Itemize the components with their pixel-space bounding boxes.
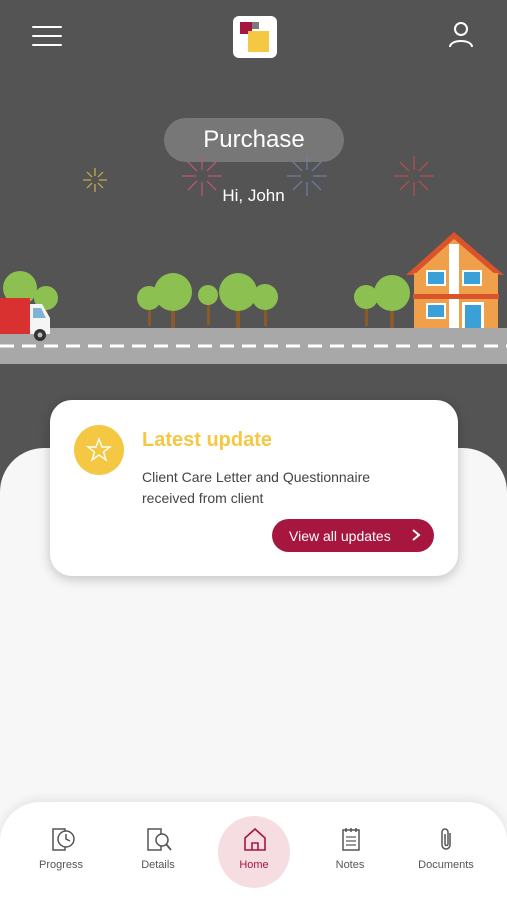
nav-label-notes: Notes <box>335 859 365 871</box>
notes-icon <box>342 828 360 851</box>
home-icon <box>244 827 266 851</box>
chevron-right-icon <box>412 529 421 541</box>
firework-yellow <box>83 168 107 192</box>
update-message: Client Care Letter and Questionnaire rec… <box>142 469 371 506</box>
hamburger-menu-icon[interactable] <box>32 26 62 48</box>
nav-item-notes[interactable]: Notes <box>302 802 398 900</box>
view-all-updates-label: View all updates <box>289 527 391 544</box>
update-title: Latest update <box>142 429 273 451</box>
bottom-navigation: Progress Details Home Notes Documents <box>0 802 507 900</box>
nav-label-home: Home <box>239 859 269 871</box>
nav-label-progress: Progress <box>38 859 84 871</box>
view-all-updates-button[interactable]: View all updates <box>272 519 434 552</box>
paperclip-icon <box>441 828 451 850</box>
star-icon <box>74 425 124 475</box>
nav-item-progress[interactable]: Progress <box>13 802 109 900</box>
latest-update-card: Latest update Client Care Letter and Que… <box>50 400 458 576</box>
nav-label-details: Details <box>141 859 175 871</box>
progress-clock-icon <box>52 828 75 851</box>
user-profile-icon[interactable] <box>446 20 476 50</box>
firework-pink <box>182 156 222 196</box>
details-search-icon <box>147 828 172 851</box>
nav-item-details[interactable]: Details <box>110 802 206 900</box>
nav-item-documents[interactable]: Documents <box>398 802 494 900</box>
nav-label-documents: Documents <box>418 859 474 871</box>
app-logo <box>233 16 277 58</box>
house <box>406 232 504 330</box>
firework-red <box>394 156 434 196</box>
firework-blue <box>287 156 327 196</box>
trees <box>3 271 410 328</box>
nav-item-home[interactable]: Home <box>206 802 302 900</box>
delivery-scene-illustration <box>0 156 507 364</box>
